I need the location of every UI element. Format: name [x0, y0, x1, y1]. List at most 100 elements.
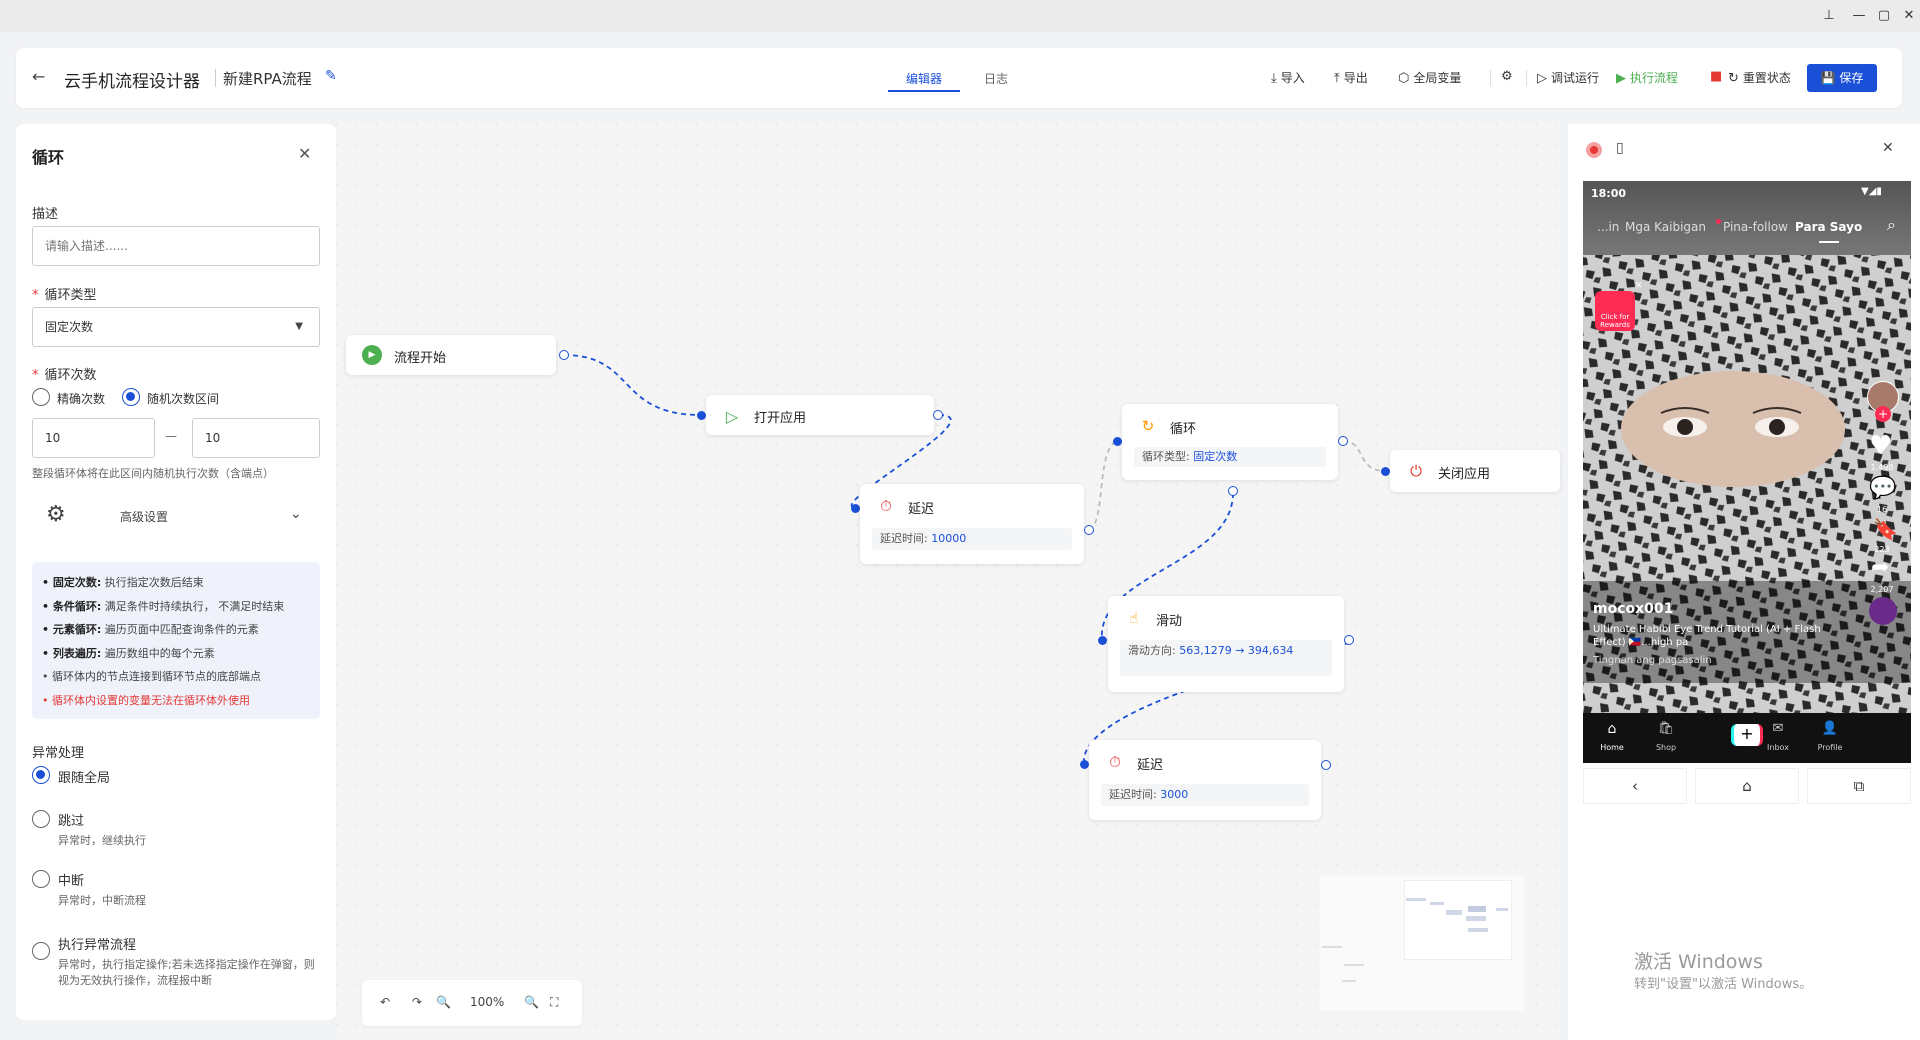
radio-exact-count[interactable]	[32, 388, 50, 406]
settings-button[interactable]: ⚙	[1501, 69, 1517, 84]
out-port[interactable]	[1344, 635, 1354, 645]
close-icon[interactable]: ✕	[1899, 6, 1919, 26]
node-loop[interactable]: ↻ 循环 循环类型: 固定次数	[1122, 404, 1338, 480]
node-start[interactable]: ▶ 流程开始	[346, 335, 556, 375]
shop-icon[interactable]: 🛍	[1651, 721, 1681, 736]
rewards-badge[interactable]: Click for Rewards	[1595, 291, 1635, 331]
out-port[interactable]	[1084, 525, 1094, 535]
export-button[interactable]: ⤒ 导出	[1334, 69, 1368, 86]
minimize-icon[interactable]: —	[1849, 6, 1869, 26]
feed-tab[interactable]: Mga Kaibigan	[1625, 220, 1706, 234]
loop-count-label-text: 循环次数	[44, 368, 97, 383]
minimap-node	[1342, 980, 1356, 982]
feed-tab-active[interactable]: Para Sayo	[1795, 220, 1862, 234]
bookmark-icon[interactable]: 🔖	[1873, 517, 1898, 541]
back-icon[interactable]: ‹	[1583, 768, 1687, 804]
radio-follow-global[interactable]	[32, 766, 50, 784]
follow-plus-icon[interactable]: +	[1875, 406, 1891, 422]
out-port[interactable]	[559, 350, 569, 360]
home-icon[interactable]: ⌂	[1695, 768, 1799, 804]
radio-abort[interactable]	[32, 870, 50, 888]
detail-key: 循环类型:	[1142, 450, 1190, 463]
minimap-node	[1466, 916, 1486, 921]
pin-icon[interactable]: ⊥	[1819, 6, 1839, 26]
in-port[interactable]	[851, 504, 860, 513]
pencil-icon[interactable]: ✎	[325, 68, 337, 84]
minimap-node	[1430, 902, 1444, 905]
maximize-icon[interactable]: ▢	[1874, 6, 1894, 26]
node-close-app[interactable]: ⏻ 关闭应用	[1390, 450, 1560, 492]
out-port[interactable]	[1321, 760, 1331, 770]
gear-icon: ⚙	[1501, 69, 1513, 84]
in-port[interactable]	[697, 411, 706, 420]
device-rotate-icon[interactable]: ▯	[1616, 140, 1624, 156]
out-port[interactable]	[1338, 436, 1348, 446]
in-port[interactable]	[1098, 636, 1107, 645]
in-port[interactable]	[1381, 467, 1390, 476]
reset-button[interactable]: ↻ 重置状态	[1728, 69, 1791, 86]
info-key: • 固定次数:	[42, 576, 102, 589]
zoom-out-icon[interactable]: 🔍	[436, 995, 451, 1009]
video-username[interactable]: mocox001	[1593, 601, 1673, 617]
undo-icon[interactable]: ↶	[380, 995, 390, 1009]
import-button[interactable]: ⤓ 导入	[1271, 69, 1305, 86]
node-swipe[interactable]: ☝ 滑动 滑动方向: 563,1279 → 394,634	[1108, 596, 1344, 692]
radio-skip[interactable]	[32, 810, 50, 828]
debug-run-label: 调试运行	[1551, 71, 1600, 85]
node-delay-1[interactable]: ⏱ 延迟 延迟时间: 10000	[860, 484, 1084, 564]
comment-icon[interactable]: 💬	[1869, 476, 1896, 501]
node-open-app[interactable]: ▷ 打开应用	[706, 395, 934, 435]
power-icon: ⏻	[1410, 462, 1422, 480]
redo-icon[interactable]: ↷	[412, 995, 422, 1009]
radio-exception-flow[interactable]	[32, 942, 50, 960]
save-button[interactable]: 💾 保存	[1807, 64, 1877, 92]
close-icon[interactable]: ✕	[1635, 281, 1643, 291]
music-disc-icon[interactable]	[1869, 597, 1897, 625]
in-port[interactable]	[1080, 760, 1089, 769]
radio-random-range[interactable]	[122, 388, 140, 406]
search-icon[interactable]: ⌕	[1887, 215, 1896, 235]
node-title: 流程开始	[394, 351, 447, 366]
profile-icon[interactable]: 👤	[1815, 721, 1845, 736]
range-max-value: 10	[205, 431, 221, 445]
close-icon[interactable]: ✕	[1882, 140, 1894, 156]
phone-screen[interactable]: 18:00 ▼◢▮ ...in Mga Kaibigan Pina-follow…	[1583, 181, 1911, 763]
comment-count: 16	[1876, 505, 1888, 514]
translate-link[interactable]: Tingnan ang pagsasalin	[1593, 655, 1712, 666]
share-icon[interactable]: ➦	[1871, 555, 1889, 580]
fit-screen-icon[interactable]: ⛶	[550, 995, 558, 1010]
record-icon[interactable]	[1586, 142, 1602, 158]
advanced-settings-toggle[interactable]: ⚙ 高级设置 ⌄	[32, 494, 320, 536]
loop-icon: ↻	[1141, 417, 1155, 435]
home-icon[interactable]: ⌂	[1597, 721, 1627, 737]
stop-button[interactable]: ■	[1710, 69, 1726, 84]
feed-tab[interactable]: Pina-follow	[1723, 220, 1788, 234]
tab-editor[interactable]: 编辑器	[906, 70, 942, 87]
loop-body-port[interactable]	[1228, 486, 1238, 496]
inbox-icon[interactable]: ✉	[1763, 721, 1793, 736]
tab-log[interactable]: 日志	[984, 70, 1008, 87]
detail-value: 563,1279 → 394,634	[1179, 644, 1294, 657]
minimap-viewport[interactable]	[1404, 880, 1512, 960]
global-vars-button[interactable]: ⬡ 全局变量	[1398, 69, 1461, 86]
node-title: 打开应用	[754, 411, 807, 426]
close-icon[interactable]: ✕	[298, 144, 311, 163]
recent-apps-icon[interactable]: ⧉	[1807, 768, 1911, 804]
loop-type-select[interactable]: 固定次数 ▼	[32, 307, 320, 347]
in-port[interactable]	[1113, 437, 1122, 446]
range-max-input[interactable]: 10	[192, 418, 320, 458]
execute-button[interactable]: ▶ 执行流程	[1616, 69, 1678, 86]
canvas-minimap[interactable]	[1320, 876, 1524, 1011]
description-input[interactable]	[32, 226, 320, 266]
heart-icon[interactable]: ♥	[1869, 431, 1892, 461]
debug-run-button[interactable]: ▷ 调试运行	[1537, 69, 1599, 86]
feed-tab[interactable]: ...in	[1597, 220, 1619, 234]
node-detail: 延迟时间: 3000	[1101, 784, 1309, 806]
status-time: 18:00	[1591, 187, 1627, 200]
range-min-input[interactable]: 10	[32, 418, 155, 458]
back-arrow-icon[interactable]: ←	[32, 67, 45, 86]
out-port[interactable]	[933, 410, 943, 420]
zoom-in-icon[interactable]: 🔍	[524, 995, 539, 1009]
upload-icon: ⤒	[1334, 71, 1340, 86]
node-delay-2[interactable]: ⏱ 延迟 延迟时间: 3000	[1089, 740, 1321, 820]
